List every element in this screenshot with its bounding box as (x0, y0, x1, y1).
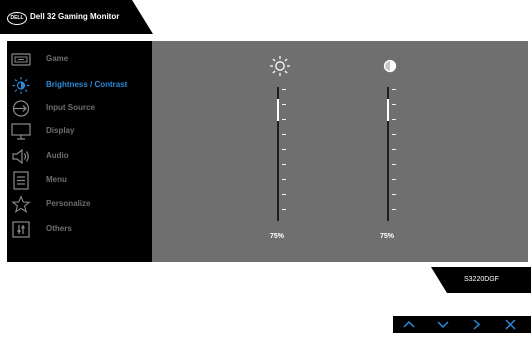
tick (392, 149, 396, 150)
others-icon (12, 221, 30, 238)
tick (282, 164, 286, 165)
tick (282, 134, 286, 135)
menu-label-audio: Audio (46, 151, 69, 160)
brightness-slider[interactable]: 75% (263, 41, 303, 262)
contrast-icon (383, 59, 397, 73)
down-button[interactable] (429, 316, 457, 333)
personalize-icon (11, 195, 31, 213)
game-icon (11, 53, 31, 66)
menu-label-input-source: Input Source (46, 103, 95, 112)
tick (282, 149, 286, 150)
tick (282, 119, 286, 120)
menu-label-others: Others (46, 224, 72, 233)
contrast-slider[interactable]: 75% (373, 41, 413, 262)
sidebar-menu: Game Brightness / Contrast Input Source … (7, 41, 152, 262)
menu-label-brightness-contrast: Brightness / Contrast (46, 80, 128, 89)
brightness-icon (12, 77, 30, 94)
menu-item-personalize[interactable]: Personalize (7, 193, 152, 216)
contrast-value: 75% (380, 233, 395, 240)
tick (392, 89, 396, 90)
right-button[interactable] (463, 316, 491, 333)
menu-item-others[interactable]: Others (7, 218, 152, 241)
menu-item-menu[interactable]: Menu (7, 169, 152, 192)
tick (392, 164, 396, 165)
tick (282, 179, 286, 180)
menu-label-personalize: Personalize (46, 199, 91, 208)
contrast-fill (387, 99, 389, 121)
title-bar: DELL Dell 32 Gaming Monitor (0, 0, 153, 34)
menu-icon (13, 171, 29, 190)
audio-icon (12, 148, 29, 165)
menu-label-menu: Menu (46, 175, 67, 184)
tick (392, 104, 396, 105)
menu-label-display: Display (46, 126, 75, 135)
menu-item-game[interactable]: Game (7, 48, 152, 71)
brightness-fill (277, 99, 279, 121)
tick (282, 209, 286, 210)
tick (282, 194, 286, 195)
chevron-down-icon (437, 321, 449, 329)
brightness-contrast-panel: 75% 75% (152, 41, 528, 262)
input-source-icon (12, 100, 30, 117)
chevron-up-icon (403, 320, 415, 328)
brightness-value: 75% (270, 233, 285, 240)
tick (392, 179, 396, 180)
exit-button[interactable] (497, 316, 525, 333)
display-icon (11, 123, 31, 140)
monitor-title: Dell 32 Gaming Monitor (30, 12, 120, 21)
tick (282, 89, 286, 90)
osd-window: Game Brightness / Contrast Input Source … (7, 41, 528, 262)
navigation-bar (393, 316, 531, 333)
dell-logo: DELL (7, 12, 27, 25)
model-number: S3220DGF (464, 276, 500, 283)
menu-label-game: Game (46, 54, 69, 63)
close-icon (505, 319, 516, 330)
menu-item-audio[interactable]: Audio (7, 145, 152, 168)
menu-item-brightness-contrast[interactable]: Brightness / Contrast (7, 74, 152, 97)
chevron-right-icon (473, 319, 481, 330)
sun-icon (270, 56, 290, 76)
model-badge: S3220DGF (431, 267, 531, 293)
tick (392, 194, 396, 195)
tick (392, 119, 396, 120)
tick (282, 104, 286, 105)
menu-item-display[interactable]: Display (7, 120, 152, 143)
tick (392, 209, 396, 210)
tick (392, 134, 396, 135)
menu-item-input-source[interactable]: Input Source (7, 97, 152, 120)
up-button[interactable] (395, 316, 423, 333)
